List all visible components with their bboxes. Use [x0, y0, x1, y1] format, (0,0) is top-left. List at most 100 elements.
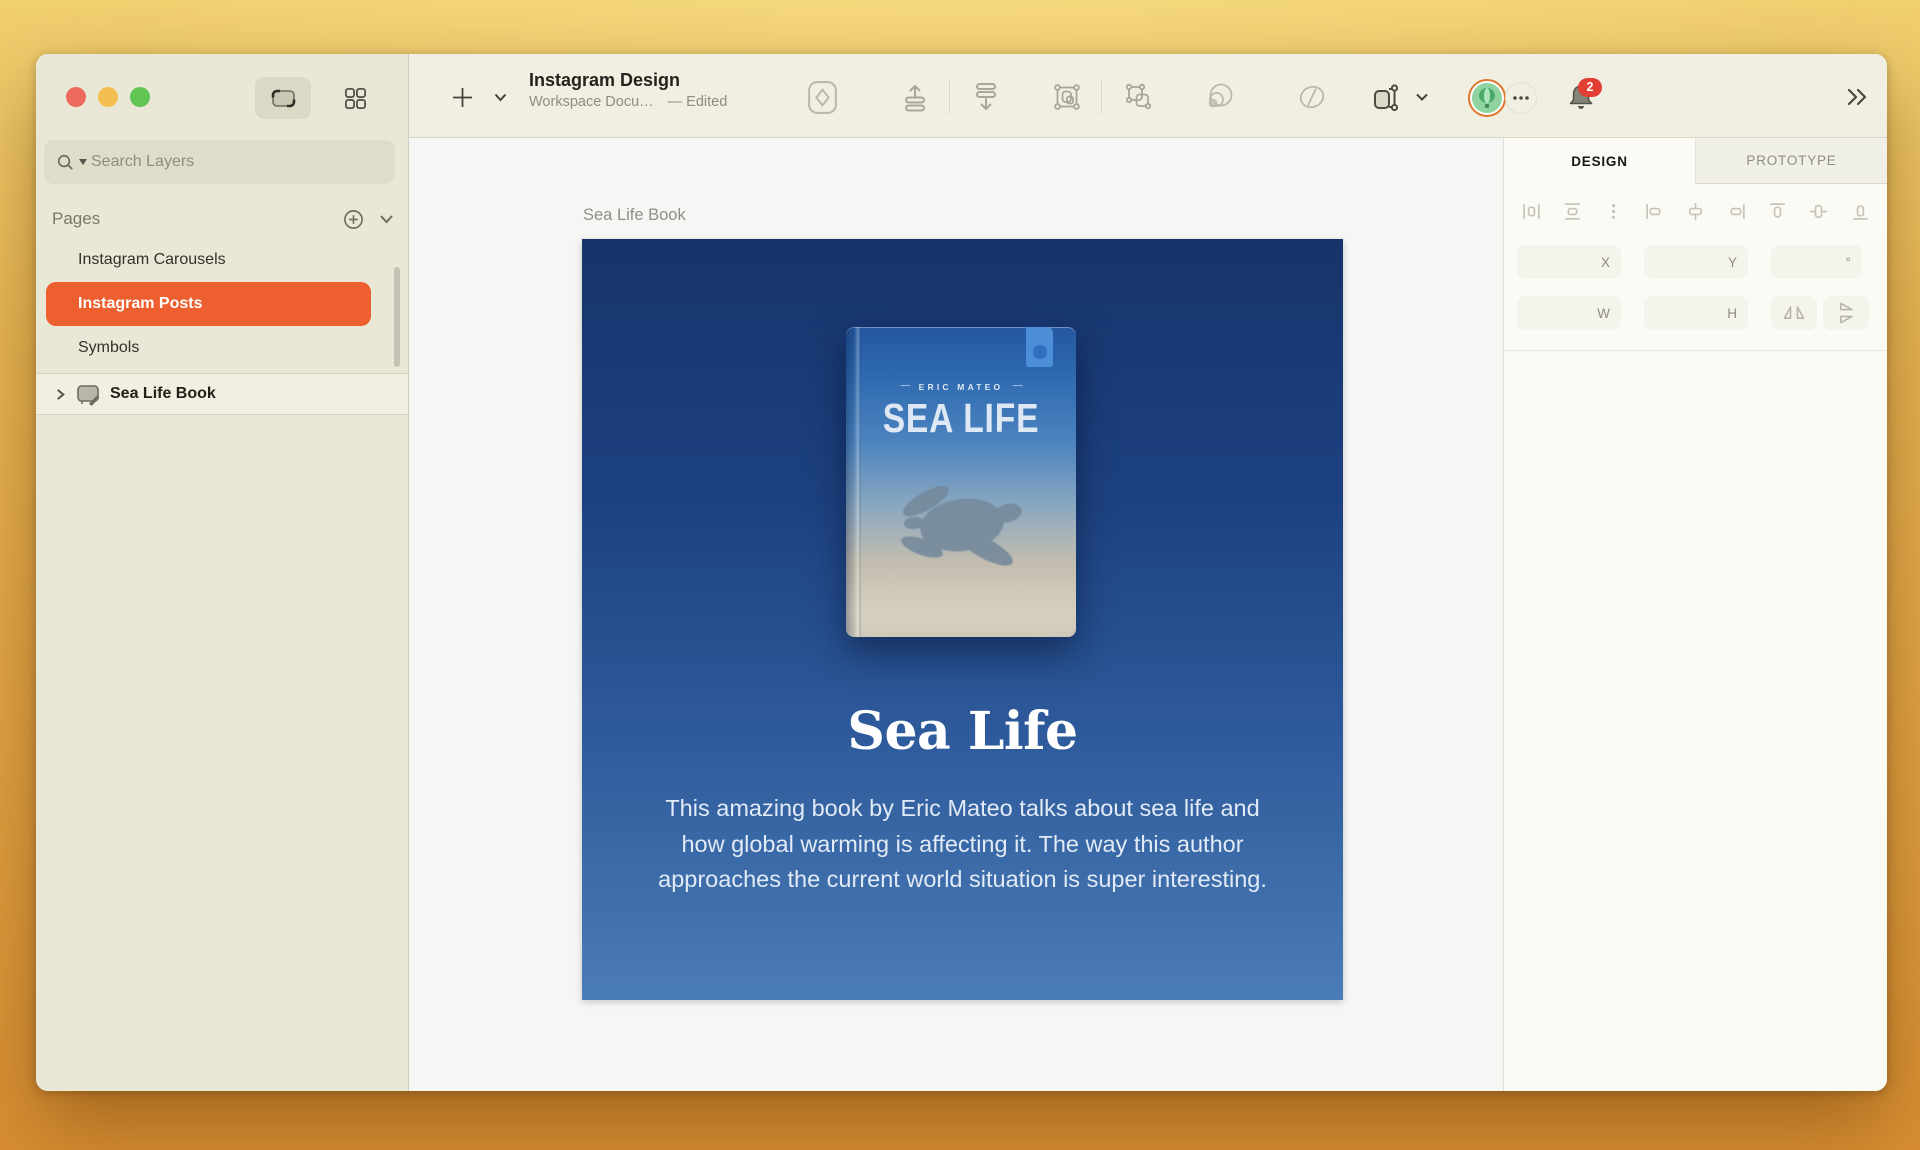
- align-center-horizontal-icon[interactable]: [1683, 198, 1709, 224]
- collapse-pages-icon[interactable]: [379, 214, 394, 224]
- create-symbol-button[interactable]: [801, 76, 843, 118]
- ungroup-icon: [1123, 82, 1153, 112]
- more-actions-button[interactable]: [1505, 82, 1537, 114]
- flip-vertical-button[interactable]: [1823, 296, 1869, 330]
- send-backward-button[interactable]: [965, 76, 1007, 118]
- artboard-description: This amazing book by Eric Mateo talks ab…: [658, 795, 1267, 892]
- toolbar: Instagram Design Workspace Docu… — Edite…: [409, 54, 1887, 138]
- chevron-down-icon: [1416, 93, 1428, 101]
- grid-view-icon: [343, 86, 368, 111]
- artboard-heading: Sea Life: [847, 701, 1078, 762]
- double-chevron-right-icon: [1845, 87, 1869, 107]
- page-item-instagram-posts[interactable]: Instagram Posts: [46, 282, 371, 326]
- more-options-icon[interactable]: [1600, 198, 1626, 224]
- layer-item-sea-life-book[interactable]: Sea Life Book: [36, 373, 408, 415]
- cover-author: ERIC MATEO: [918, 381, 1004, 392]
- tab-design[interactable]: DESIGN: [1504, 138, 1695, 184]
- artboard-layer-icon: [75, 383, 102, 406]
- minimize-window-button[interactable]: [98, 87, 118, 107]
- layer-label: Sea Life Book: [110, 385, 216, 402]
- distribute-vertical-icon[interactable]: [1559, 198, 1585, 224]
- document-location: Workspace Docu…: [529, 94, 654, 110]
- canvas[interactable]: Sea Life Book ~~ ERIC MATEO ~~ SEA LIFE: [409, 138, 1503, 1091]
- tab-prototype[interactable]: PROTOTYPE: [1695, 138, 1887, 184]
- page-item-symbols[interactable]: Symbols: [36, 326, 408, 370]
- sea-turtle-image: [880, 475, 1044, 575]
- align-top-icon[interactable]: [1765, 198, 1791, 224]
- width-field[interactable]: W: [1517, 296, 1621, 330]
- search-icon: [56, 153, 75, 172]
- wave-decoration-left: ~~: [899, 381, 911, 392]
- create-symbol-icon: [807, 80, 838, 115]
- avatar-image: [1472, 83, 1502, 113]
- book-cover[interactable]: ~~ ERIC MATEO ~~ SEA LIFE: [846, 327, 1076, 637]
- resize-icon: [1370, 82, 1401, 113]
- ellipsis-icon: [1512, 95, 1530, 101]
- flip-horizontal-button[interactable]: [1771, 296, 1817, 330]
- search-scope-chevron-icon: [79, 159, 87, 165]
- app-window: Pages Instagram Carousels Instagram Post…: [36, 54, 1887, 1091]
- search-input[interactable]: [91, 153, 383, 171]
- user-avatar[interactable]: [1468, 79, 1506, 117]
- document-title-block[interactable]: Instagram Design Workspace Docu… — Edite…: [529, 70, 727, 110]
- distribute-horizontal-icon[interactable]: [1518, 198, 1544, 224]
- mask-button[interactable]: [1291, 76, 1333, 118]
- alignment-toolbar: [1518, 198, 1873, 224]
- plus-icon: [452, 87, 473, 108]
- search-field[interactable]: [44, 140, 395, 184]
- pages-list: Instagram Carousels Instagram Posts Symb…: [36, 238, 408, 370]
- shell-icon: [1203, 81, 1235, 113]
- canvas-view-button[interactable]: [255, 77, 311, 119]
- insert-button[interactable]: [441, 76, 483, 118]
- sidebar: Pages Instagram Carousels Instagram Post…: [36, 54, 409, 1091]
- align-left-icon[interactable]: [1641, 198, 1667, 224]
- flip-vertical-icon: [1833, 300, 1859, 326]
- window-controls: [66, 87, 150, 107]
- shell-button[interactable]: [1198, 76, 1240, 118]
- flip-horizontal-icon: [1781, 300, 1807, 326]
- bring-forward-button[interactable]: [894, 76, 936, 118]
- document-status: — Edited: [667, 94, 728, 110]
- notification-badge: 2: [1578, 77, 1602, 97]
- pages-section-title: Pages: [52, 209, 101, 228]
- grid-view-button[interactable]: [327, 77, 383, 119]
- wave-decoration-right: ~~: [1012, 381, 1023, 392]
- zoom-window-button[interactable]: [130, 87, 150, 107]
- ungroup-button[interactable]: [1117, 76, 1159, 118]
- align-bottom-icon[interactable]: [1847, 198, 1873, 224]
- toolbar-overflow-button[interactable]: [1836, 76, 1878, 118]
- resize-button[interactable]: [1364, 76, 1406, 118]
- rotation-field[interactable]: °: [1771, 245, 1862, 279]
- inspector-panel: DESIGN PROTOTYPE X Y ° W H: [1503, 138, 1887, 1091]
- insert-menu-button[interactable]: [479, 76, 521, 118]
- notifications-button[interactable]: 2: [1561, 76, 1602, 118]
- send-backward-icon: [971, 82, 1001, 112]
- bookmark-tab: [1026, 327, 1053, 367]
- chevron-right-icon[interactable]: [54, 388, 67, 401]
- page-item-instagram-carousels[interactable]: Instagram Carousels: [36, 238, 408, 282]
- bookmark-dot: [1032, 345, 1047, 359]
- artboard-label[interactable]: Sea Life Book: [583, 206, 686, 225]
- cover-title: SEA LIFE: [882, 395, 1040, 441]
- sidebar-scrollbar-thumb[interactable]: [394, 267, 400, 367]
- chevron-down-icon: [494, 93, 507, 102]
- document-title: Instagram Design: [529, 70, 681, 90]
- group-button[interactable]: [1046, 76, 1088, 118]
- book-spine: [846, 327, 861, 637]
- canvas-view-icon: [270, 88, 297, 109]
- inspector-divider: [1504, 350, 1887, 351]
- bring-forward-icon: [900, 82, 930, 112]
- group-icon: [1052, 82, 1082, 112]
- align-middle-vertical-icon[interactable]: [1806, 198, 1832, 224]
- artboard-sea-life-book[interactable]: ~~ ERIC MATEO ~~ SEA LIFE Sea Life This …: [582, 239, 1343, 1000]
- close-window-button[interactable]: [66, 87, 86, 107]
- add-page-icon[interactable]: [342, 208, 365, 231]
- height-field[interactable]: H: [1644, 296, 1748, 330]
- bell-icon: 2: [1566, 77, 1602, 113]
- y-position-field[interactable]: Y: [1644, 245, 1748, 279]
- sidebar-view-toggles: [255, 77, 383, 119]
- align-right-icon[interactable]: [1724, 198, 1750, 224]
- mask-icon: [1296, 81, 1328, 113]
- x-position-field[interactable]: X: [1517, 245, 1621, 279]
- resize-menu-button[interactable]: [1401, 76, 1443, 118]
